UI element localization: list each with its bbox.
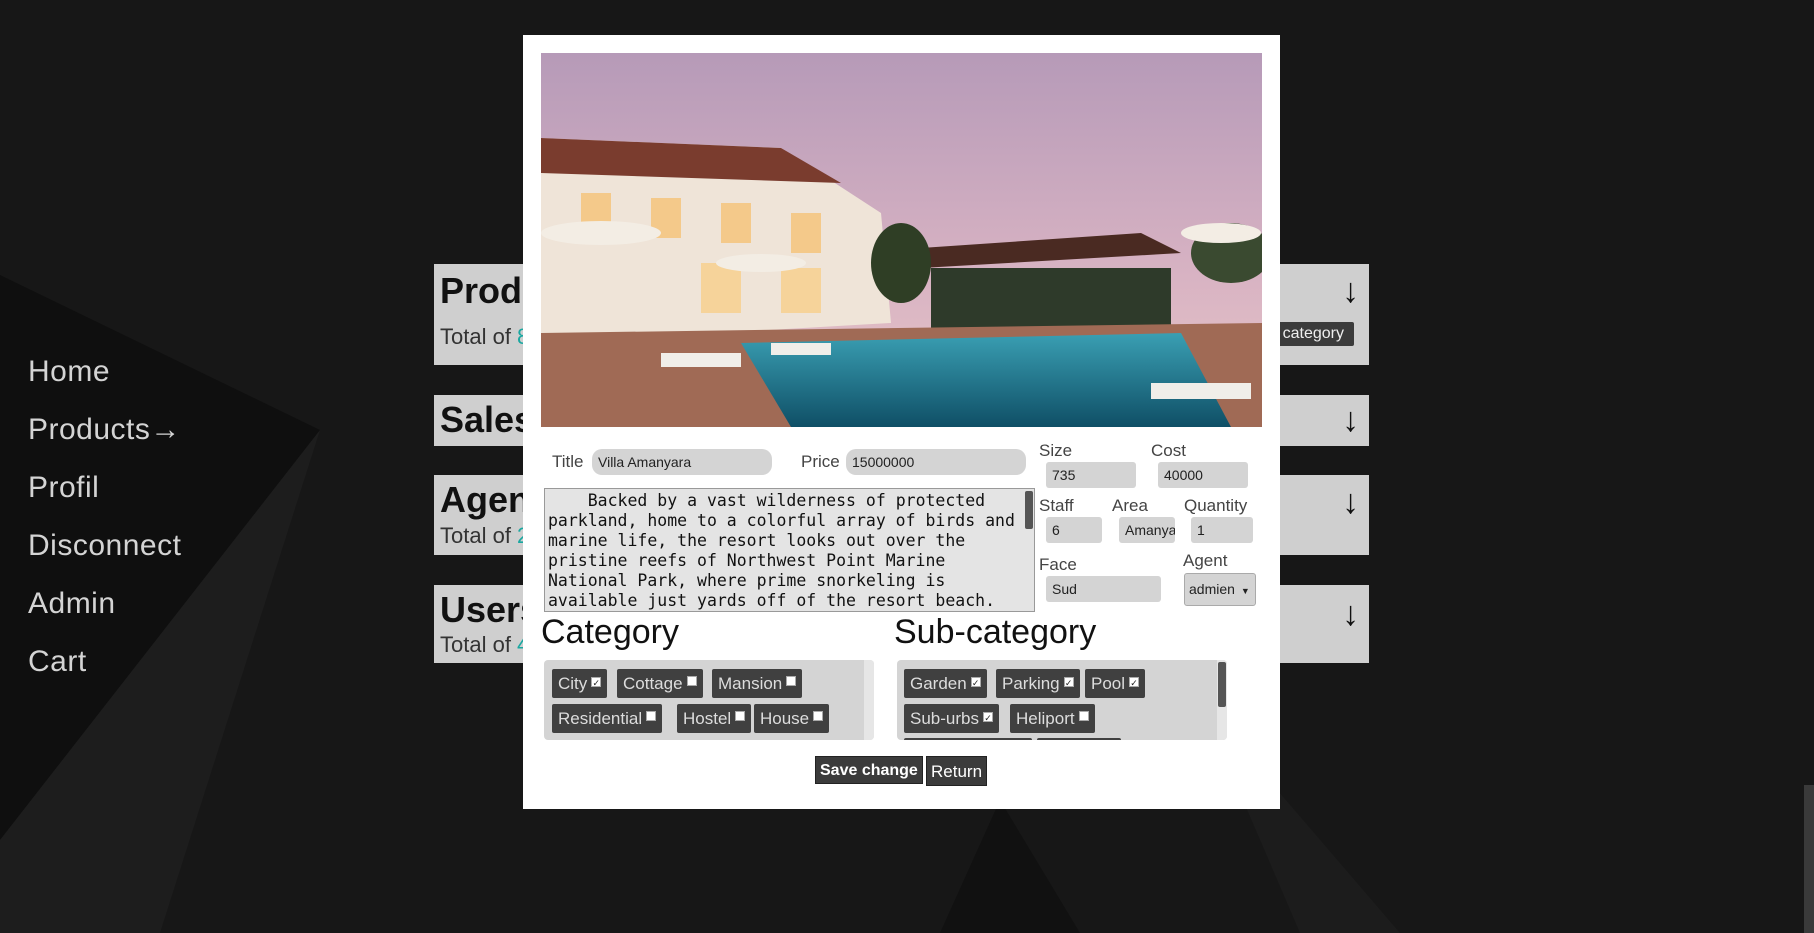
price-input[interactable]: 15000000 (846, 449, 1026, 475)
page-scroll-thumb[interactable] (1804, 785, 1814, 933)
checkbox-unchecked-icon[interactable] (686, 676, 697, 686)
checkbox-unchecked-icon[interactable] (646, 711, 657, 721)
subcategory-chip-suburbs[interactable]: Sub-urbs ✓ (904, 704, 999, 733)
category-chip-label: House (760, 709, 810, 728)
face-label: Face (1039, 555, 1077, 574)
cost-label: Cost (1151, 441, 1186, 460)
nav-item-disconnect[interactable]: Disconnect (28, 529, 181, 563)
product-photo (541, 53, 1262, 427)
save-change-button[interactable]: Save change (815, 756, 923, 784)
nav-item-admin[interactable]: Admin (28, 587, 181, 621)
agents-total-label: Total of (440, 523, 518, 548)
cost-input[interactable]: 40000 (1158, 462, 1248, 488)
products-panel-total: Total of 8 (440, 324, 529, 350)
agent-select[interactable]: admien ▼ (1184, 573, 1256, 606)
subcategory-chip-parking[interactable]: Parking ✓ (996, 669, 1080, 698)
checkbox-checked-icon[interactable]: ✓ (1063, 677, 1074, 688)
subcategory-scrollbar[interactable] (1217, 660, 1227, 740)
checkbox-unchecked-icon[interactable] (735, 711, 746, 721)
nav-item-profil[interactable]: Profil (28, 471, 181, 505)
category-chip-label: Hostel (683, 709, 732, 728)
subcategory-chip-label: Sub-urbs (910, 709, 979, 728)
category-chip-cottage[interactable]: Cottage (617, 669, 703, 698)
users-expand-arrow-icon[interactable]: ↓ (1342, 595, 1359, 634)
category-heading: Category (541, 613, 679, 651)
category-chip-mansion[interactable]: Mansion (712, 669, 803, 698)
staff-label: Staff (1039, 496, 1074, 515)
sales-expand-arrow-icon[interactable]: ↓ (1342, 401, 1359, 440)
subcategory-chip-partial[interactable] (1037, 738, 1121, 740)
category-chip-city[interactable]: City ✓ (552, 669, 608, 698)
staff-input[interactable]: 6 (1046, 517, 1102, 543)
area-input[interactable]: Amanyara (1119, 517, 1175, 543)
checkbox-checked-icon[interactable]: ✓ (591, 677, 602, 688)
checkbox-unchecked-icon[interactable] (1078, 711, 1089, 721)
category-chip-label: City (558, 674, 588, 693)
subcategory-chip-label: Heliport (1016, 709, 1075, 728)
checkbox-unchecked-icon[interactable] (813, 711, 824, 721)
description-textarea[interactable]: Backed by a vast wilderness of protected… (544, 488, 1035, 612)
checkbox-checked-icon[interactable]: ✓ (970, 677, 981, 688)
subcategory-scroll-thumb[interactable] (1218, 662, 1226, 707)
size-input[interactable]: 735 (1046, 462, 1136, 488)
subcategory-chip-garden[interactable]: Garden ✓ (904, 669, 987, 698)
agent-select-value: admien (1189, 581, 1235, 597)
category-chip-label: Residential (558, 709, 643, 728)
page-scrollbar[interactable] (1802, 0, 1814, 933)
description-scrollbar[interactable] (1025, 491, 1033, 529)
description-text: Backed by a vast wilderness of protected… (548, 491, 1025, 610)
subcategory-chip-pool[interactable]: Pool ✓ (1085, 669, 1146, 698)
category-chip-label: Mansion (718, 674, 783, 693)
category-chip-label: Cottage (623, 674, 683, 693)
quantity-label: Quantity (1184, 496, 1248, 515)
products-expand-arrow-icon[interactable]: ↓ (1342, 272, 1359, 311)
subcategory-chip-heliport[interactable]: Heliport (1010, 704, 1095, 733)
title-input[interactable]: Villa Amanyara (592, 449, 772, 475)
products-total-label: Total of (440, 324, 518, 349)
category-chip-house[interactable]: House (754, 704, 830, 733)
subcategory-chip-partial[interactable] (904, 738, 1032, 740)
subcategory-heading: Sub-category (894, 613, 1097, 651)
subcategory-chip-label: Pool (1091, 674, 1126, 693)
size-label: Size (1039, 441, 1073, 460)
title-label: Title (552, 452, 584, 471)
users-total-label: Total of (440, 632, 518, 657)
category-chip-residential[interactable]: Residential (552, 704, 663, 733)
quantity-input[interactable]: 1 (1191, 517, 1253, 543)
agents-panel-total: Total of 2 (440, 523, 529, 549)
sidebar-nav: Home Products→ Profil Disconnect Admin C… (28, 355, 181, 703)
nav-item-products[interactable]: Products→ (28, 413, 181, 447)
agents-expand-arrow-icon[interactable]: ↓ (1342, 483, 1359, 522)
subcategory-chip-label: Garden (910, 674, 967, 693)
edit-product-modal: Title Villa Amanyara Price 15000000 Size… (523, 35, 1280, 809)
checkbox-checked-icon[interactable]: ✓ (982, 712, 993, 723)
category-list: City ✓ Cottage Mansion Residential Hostel… (544, 660, 874, 740)
return-button[interactable]: Return (926, 756, 988, 786)
subcategory-list: Garden ✓ Parking ✓ Pool ✓ Sub-urbs ✓ Helipor… (897, 660, 1227, 740)
users-panel-total: Total of 4 (440, 632, 529, 658)
price-label: Price (801, 452, 840, 471)
nav-item-home[interactable]: Home (28, 355, 181, 389)
category-chip-hostel[interactable]: Hostel (677, 704, 752, 733)
dropdown-arrow-icon: ▼ (1240, 586, 1250, 596)
sales-panel-title: Sales (440, 399, 535, 440)
category-scrollbar[interactable] (864, 660, 874, 740)
checkbox-unchecked-icon[interactable] (786, 676, 797, 686)
checkbox-checked-icon[interactable]: ✓ (1129, 677, 1140, 688)
agent-label: Agent (1183, 551, 1228, 570)
nav-item-cart[interactable]: Cart (28, 645, 181, 679)
area-label: Area (1112, 496, 1148, 515)
category-button[interactable]: category (1272, 322, 1354, 346)
face-input[interactable]: Sud (1046, 576, 1161, 602)
subcategory-chip-label: Parking (1002, 674, 1060, 693)
